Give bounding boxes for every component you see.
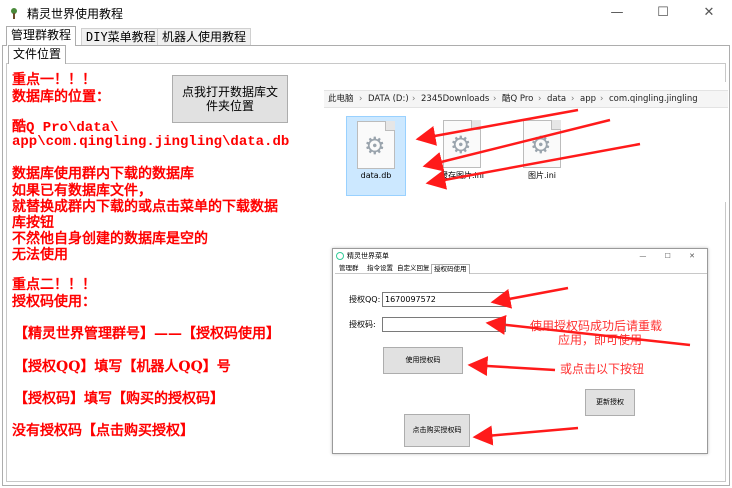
tab-admin-group[interactable]: 管理群教程: [6, 26, 77, 46]
arrow-to-db-file-2: [422, 118, 611, 172]
arrow-to-db-file-3: [425, 142, 641, 190]
arrow-to-buy-button: [472, 425, 579, 446]
arrow-to-auth-qq: [490, 286, 569, 309]
annotation-arrows: [415, 108, 691, 446]
arrow-to-auth-code: [485, 314, 691, 347]
arrow-to-use-button: [467, 356, 556, 377]
tab-file-location[interactable]: 文件位置: [8, 45, 67, 64]
